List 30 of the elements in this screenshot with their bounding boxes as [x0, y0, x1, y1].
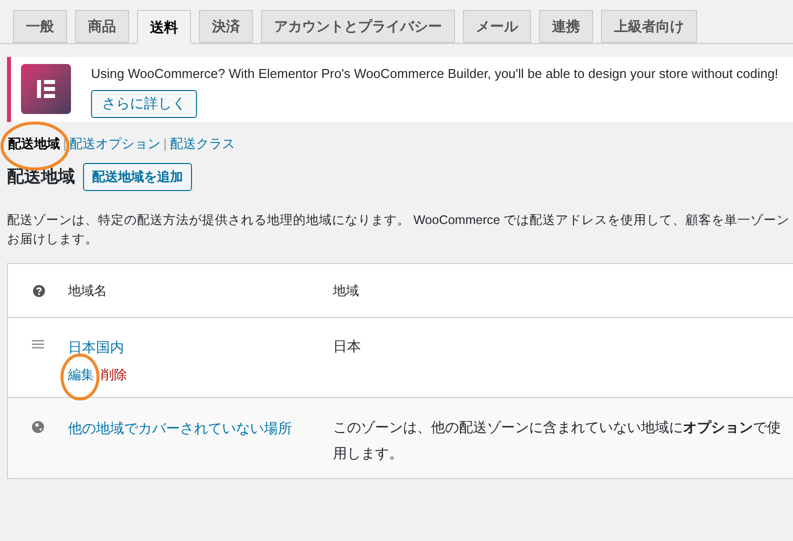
tab[interactable]: 決済 [199, 10, 253, 43]
description-text: 配送ゾーンは、特定の配送方法が提供される地理的地域になります。 WooCommerce では配送アドレスを使用して、顧客を単一ゾーン [7, 212, 791, 229]
tab[interactable]: メール [463, 10, 531, 43]
region-text: 日本 [333, 337, 362, 356]
learn-more-button[interactable]: さらに詳しく [91, 90, 197, 118]
globe-icon [32, 421, 44, 433]
zone-name-link[interactable]: 他の地域でカバーされていない場所 [68, 418, 333, 439]
column-header: 地域名 [68, 282, 108, 300]
help-icon[interactable] [33, 284, 45, 296]
separator: | [62, 135, 68, 154]
tab[interactable]: 連携 [539, 10, 593, 43]
tab[interactable]: アカウントとプライバシー [261, 10, 455, 43]
drag-handle-icon[interactable] [32, 340, 44, 349]
tab[interactable]: 商品 [75, 10, 129, 43]
subnav-link[interactable]: 配送オプション [69, 134, 160, 154]
add-zone-button[interactable]: 配送地域を追加 [83, 163, 192, 191]
tab[interactable]: 送料 [137, 10, 191, 44]
highlight-circle [60, 353, 100, 401]
column-header: 地域 [333, 282, 359, 300]
description-text: お届けします。 [7, 231, 99, 248]
subnav-link[interactable]: 配送地域 [8, 134, 60, 154]
notice-text: Using WooCommerce? With Elementor Pro's WooCommerce Builder, you'll be able to design your store without coding! [91, 65, 778, 83]
region-text: このゾーンは、他の配送ゾーンに含まれていない地域にオプションで使用します。 [333, 418, 782, 463]
logo-icon [21, 64, 71, 114]
subnav-link[interactable]: 配送クラス [170, 134, 235, 154]
zone-name-link[interactable]: 日本国内 [68, 337, 333, 358]
tab[interactable]: 上級者向け [601, 10, 697, 43]
tab[interactable]: 一般 [13, 10, 67, 43]
delete-link[interactable]: 削除 [101, 365, 127, 384]
separator: | [162, 135, 168, 154]
